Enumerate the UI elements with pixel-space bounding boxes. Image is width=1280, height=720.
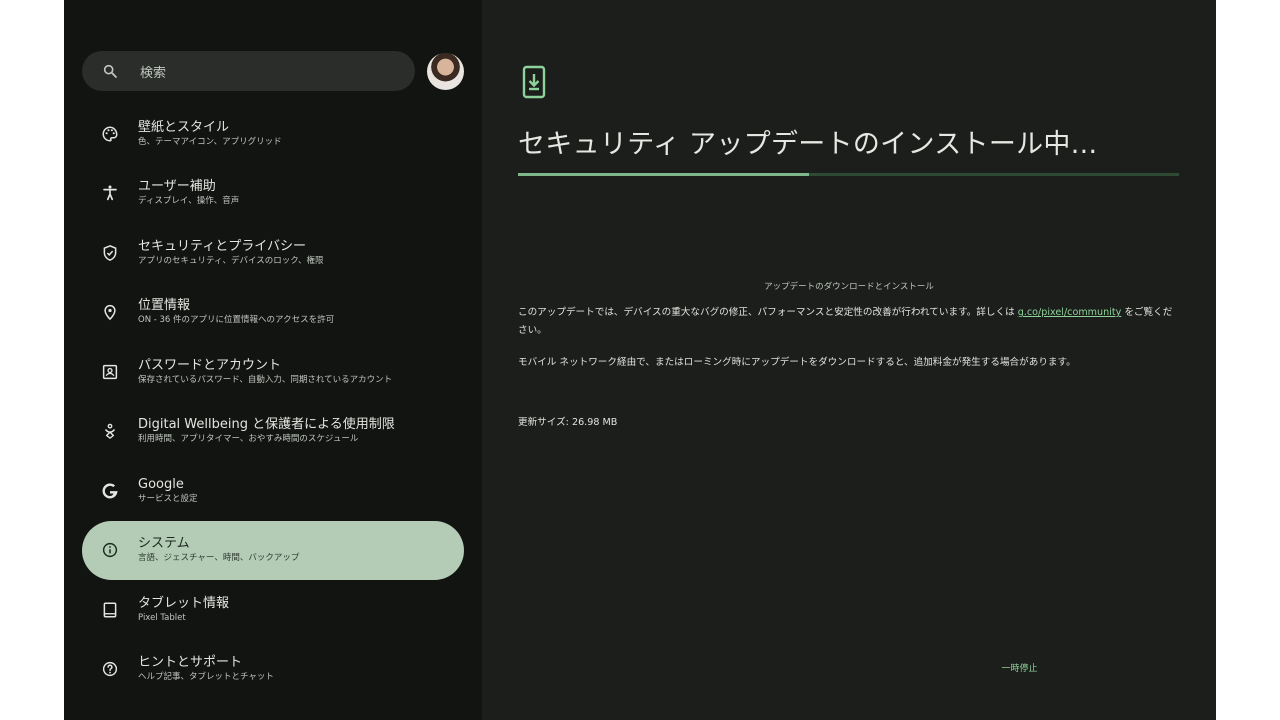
sidebar-item-subtitle: ON - 36 件のアプリに位置情報へのアクセスを許可: [138, 315, 335, 326]
sidebar-item-digital-wellbeing[interactable]: Digital Wellbeing と保護者による使用制限 利用時間、アプリタイ…: [82, 402, 464, 462]
update-status-text: アップデートのダウンロードとインストール: [764, 282, 934, 292]
sidebar-item-title: ユーザー補助: [138, 179, 216, 195]
update-progress-bar: [518, 173, 1179, 176]
sidebar-item-title: セキュリティとプライバシー: [138, 238, 306, 254]
help-icon: [102, 662, 118, 677]
info-icon: [102, 543, 118, 558]
shield-icon: [103, 244, 117, 261]
sidebar-item-wallpaper[interactable]: 壁紙とスタイル 色、テーマアイコン、アプリグリッド: [82, 104, 464, 164]
sidebar-item-title: ヒントとサポート: [138, 655, 243, 671]
roaming-warning: モバイル ネットワーク経由で、またはローミング時にアップデートをダウンロードする…: [518, 357, 1076, 368]
update-size: 更新サイズ: 26.98 MB: [518, 417, 618, 428]
update-panel: セキュリティ アップデートのインストール中... アップデートのダウンロードとイ…: [482, 0, 1216, 720]
sidebar-item-subtitle: 利用時間、アプリタイマー、おやすみ時間のスケジュール: [138, 434, 359, 445]
avatar[interactable]: [427, 53, 464, 90]
sidebar-item-subtitle: ディスプレイ、操作、音声: [138, 196, 240, 207]
update-progress-fill: [518, 173, 809, 176]
sidebar-item-location[interactable]: 位置情報 ON - 36 件のアプリに位置情報へのアクセスを許可: [82, 283, 464, 343]
sidebar-item-subtitle: 言語、ジェスチャー、時間、バックアップ: [138, 553, 300, 564]
sidebar-item-system[interactable]: システム 言語、ジェスチャー、時間、バックアップ: [82, 520, 464, 580]
account-box-icon: [102, 364, 118, 379]
sidebar-item-title: パスワードとアカウント: [138, 357, 282, 373]
settings-sidebar: 検索 壁紙とスタイル 色、テーマアイコン、アプリグリッド ユーザー補助 ディスプ…: [64, 0, 482, 720]
settings-screen: 検索 壁紙とスタイル 色、テーマアイコン、アプリグリッド ユーザー補助 ディスプ…: [64, 0, 1216, 720]
wellbeing-icon: [104, 423, 116, 440]
tablet-icon: [103, 602, 117, 618]
sidebar-item-subtitle: ヘルプ記事、タブレットとチャット: [138, 672, 274, 683]
community-link[interactable]: g.co/pixel/community: [1018, 307, 1122, 318]
sidebar-item-title: 位置情報: [138, 298, 191, 314]
sidebar-item-subtitle: Pixel Tablet: [138, 612, 186, 623]
sidebar-item-title: タブレット情報: [138, 595, 230, 611]
google-g-icon: [102, 483, 118, 499]
search-bar[interactable]: 検索: [82, 51, 415, 91]
sidebar-item-google[interactable]: Google サービスと設定: [82, 461, 464, 521]
sidebar-item-subtitle: アプリのセキュリティ、デバイスのロック、権限: [138, 255, 324, 266]
pause-button[interactable]: 一時停止: [992, 661, 1047, 674]
location-pin-icon: [104, 305, 116, 321]
sidebar-item-title: システム: [138, 536, 190, 552]
sidebar-item-tips-support[interactable]: ヒントとサポート ヘルプ記事、タブレットとチャット: [82, 640, 464, 700]
palette-icon: [102, 126, 118, 142]
page-title: セキュリティ アップデートのインストール中...: [518, 129, 1098, 160]
search-icon: [103, 64, 117, 78]
sidebar-item-title: Digital Wellbeing と保護者による使用制限: [138, 417, 395, 433]
sidebar-item-subtitle: 色、テーマアイコン、アプリグリッド: [138, 136, 282, 147]
sidebar-item-accessibility[interactable]: ユーザー補助 ディスプレイ、操作、音声: [82, 164, 464, 224]
sidebar-item-subtitle: 保存されているパスワード、自動入力、同期されているアカウント: [138, 374, 393, 385]
system-update-icon: [522, 65, 546, 99]
settings-menu: 壁紙とスタイル 色、テーマアイコン、アプリグリッド ユーザー補助 ディスプレイ、…: [82, 104, 464, 699]
description-text: このアップデートでは、デバイスの重大なバグの修正、パフォーマンスと安定性の改善が…: [518, 307, 1018, 318]
sidebar-item-subtitle: サービスと設定: [138, 493, 198, 504]
update-description: このアップデートでは、デバイスの重大なバグの修正、パフォーマンスと安定性の改善が…: [518, 304, 1178, 340]
sidebar-item-passwords[interactable]: パスワードとアカウント 保存されているパスワード、自動入力、同期されているアカウ…: [82, 342, 464, 402]
search-placeholder: 検索: [140, 65, 167, 81]
accessibility-icon: [103, 185, 117, 201]
sidebar-item-title: 壁紙とスタイル: [138, 119, 230, 135]
sidebar-item-security[interactable]: セキュリティとプライバシー アプリのセキュリティ、デバイスのロック、権限: [82, 223, 464, 283]
sidebar-item-title: Google: [138, 476, 184, 492]
sidebar-item-tablet-info[interactable]: タブレット情報 Pixel Tablet: [82, 580, 464, 640]
